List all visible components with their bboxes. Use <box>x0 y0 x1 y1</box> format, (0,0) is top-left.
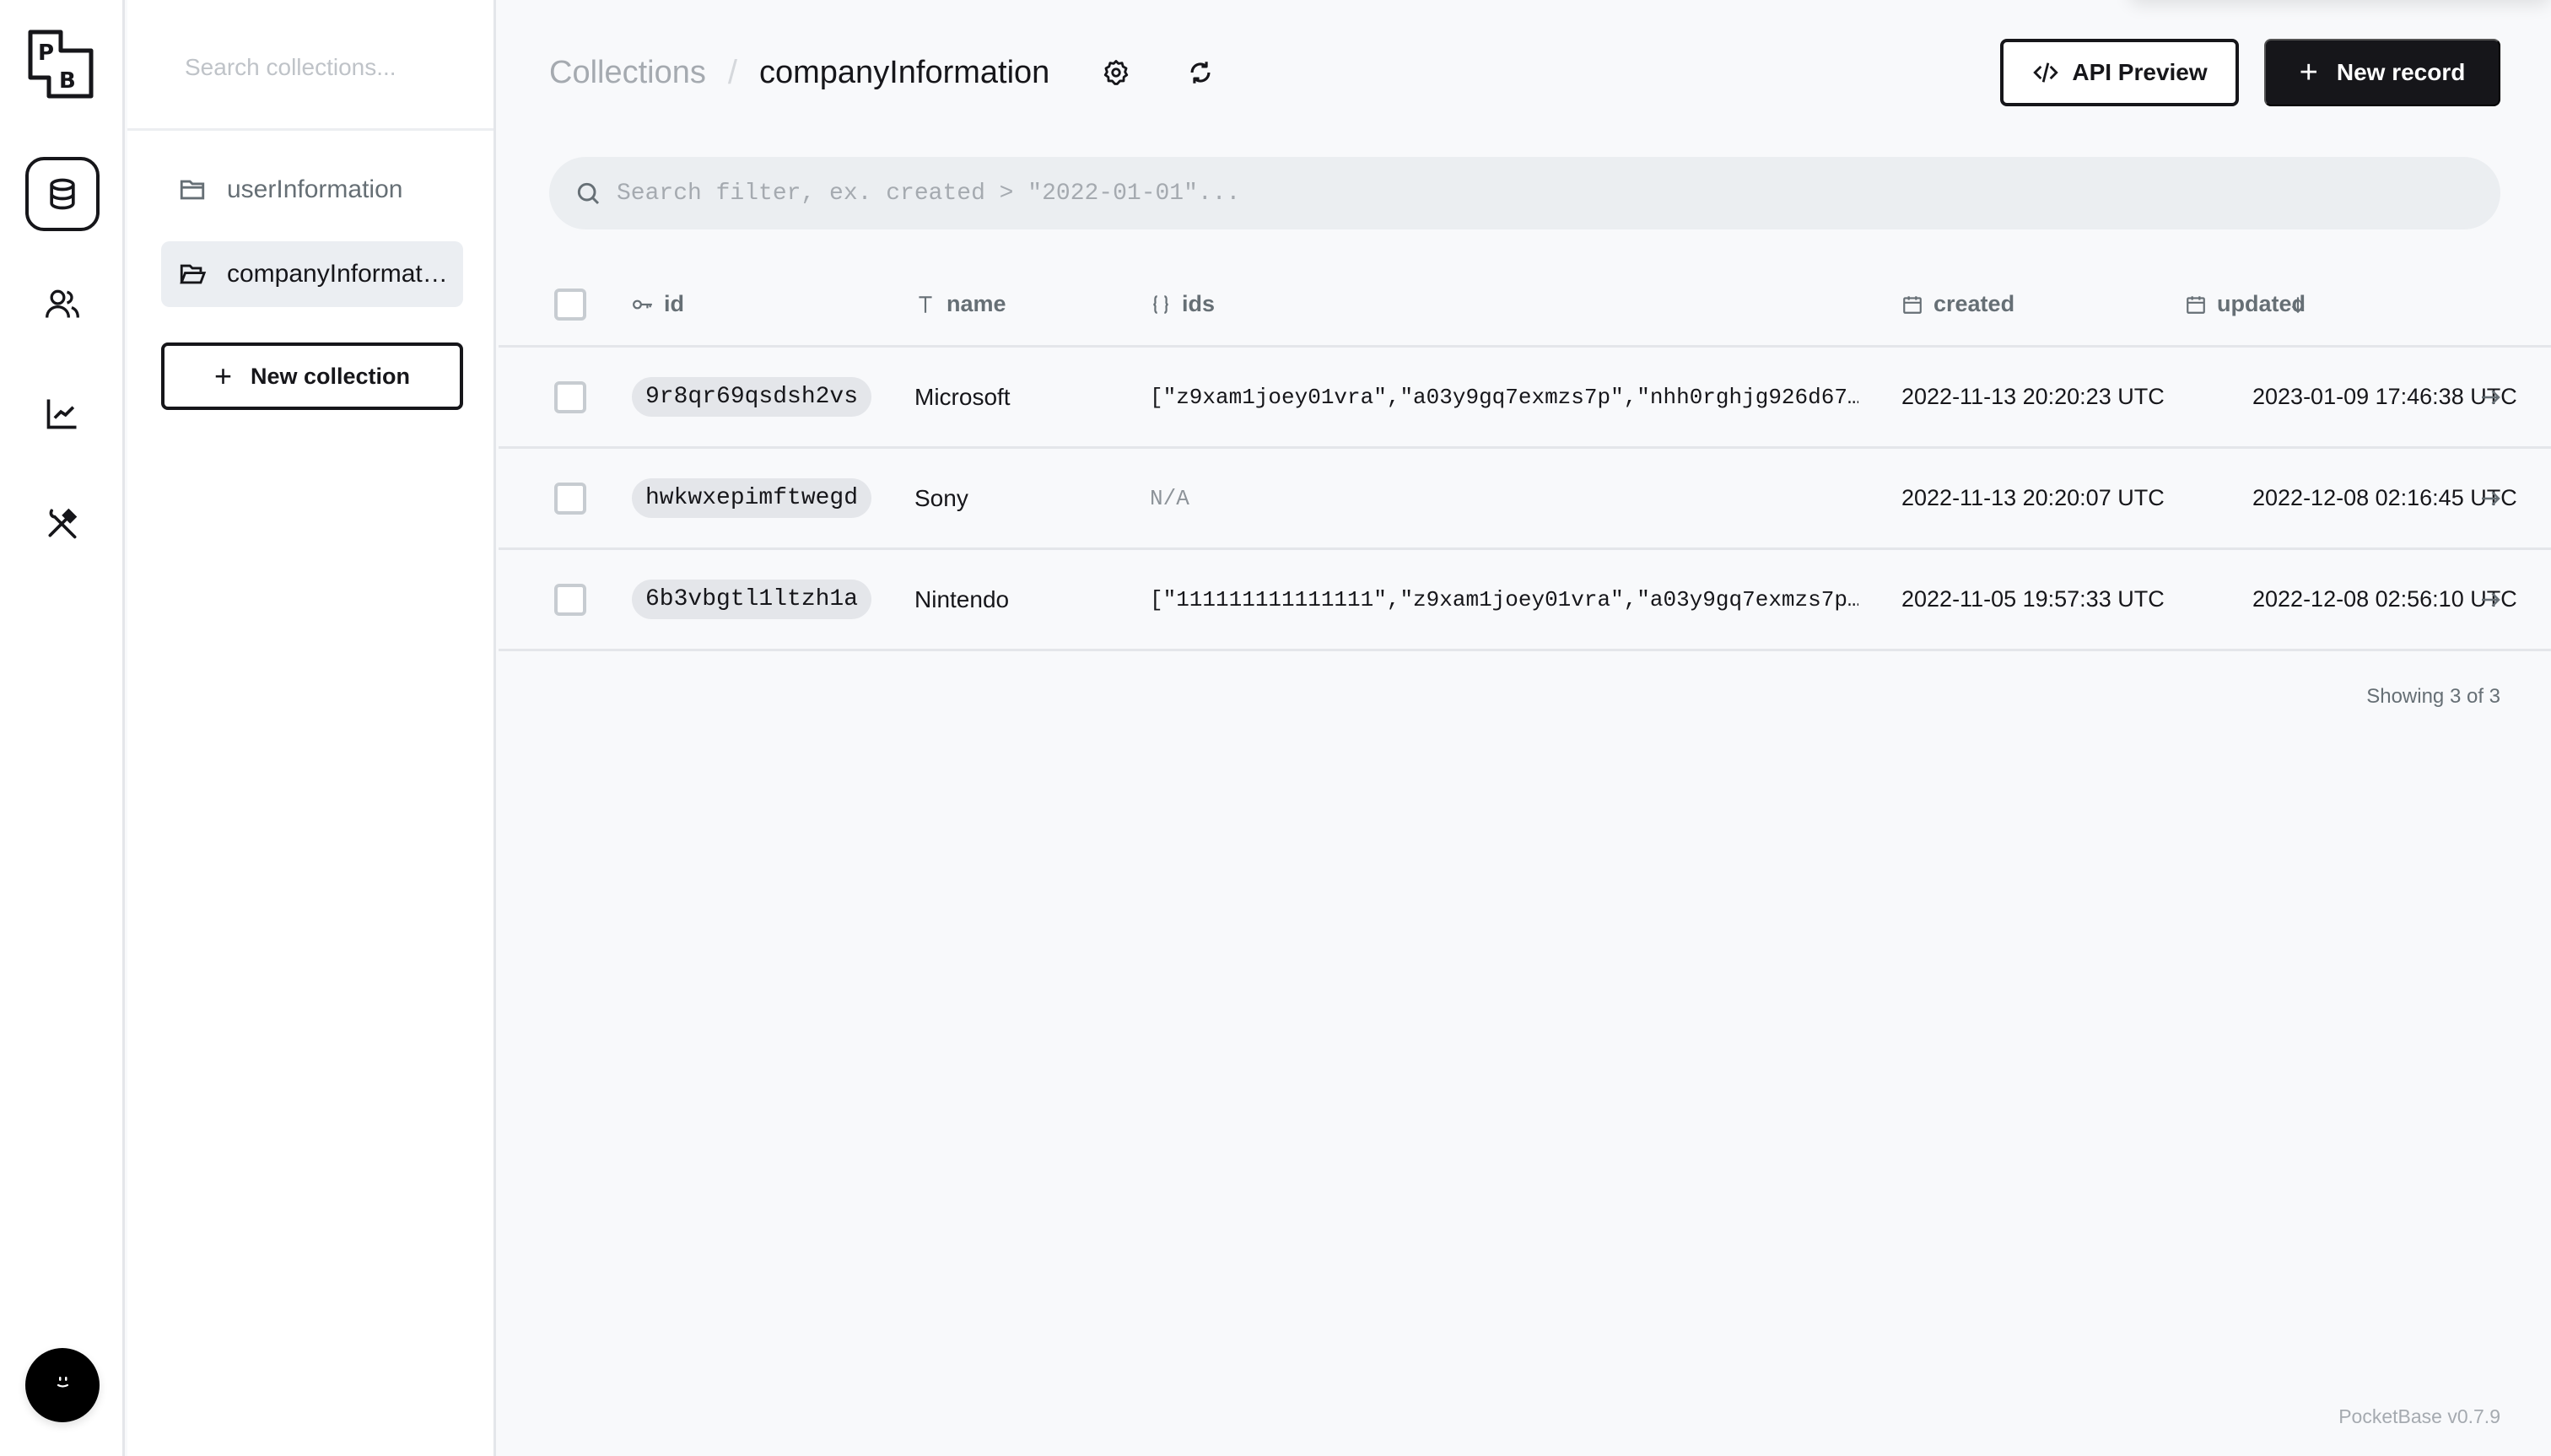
collections-panel: userInformation companyInformation + New… <box>127 0 496 1456</box>
main-navbar: P B <box>0 0 125 1456</box>
svg-text:P: P <box>38 40 54 66</box>
collection-item-userinformation[interactable]: userInformation <box>161 157 463 223</box>
select-all-cell <box>554 263 586 345</box>
column-label: id <box>664 291 684 316</box>
ids-cell: ["111111111111111","z9xam1joey01vra","a0… <box>1150 586 1858 612</box>
record-id-badge[interactable]: 6b3vbgtl1ltzh1a <box>632 580 872 619</box>
row-select-cell <box>554 550 586 649</box>
column-label: ids <box>1182 291 1216 316</box>
nav-logs-button[interactable] <box>25 376 100 450</box>
user-avatar[interactable] <box>25 1348 100 1422</box>
records-table: id name ids created updated 9r8qr69qsdsh… <box>499 263 2551 651</box>
pocketbase-logo-icon: P B <box>28 30 94 99</box>
open-record-button[interactable] <box>2478 449 2503 547</box>
name-cell: Sony <box>914 484 968 511</box>
id-cell: hwkwxepimftwegd <box>632 449 872 547</box>
nav-collections-button[interactable] <box>25 157 100 231</box>
version-label[interactable]: PocketBase v0.7.9 <box>2338 1405 2500 1428</box>
new-collection-label: New collection <box>250 363 411 389</box>
new-collection-button[interactable]: + New collection <box>161 342 463 410</box>
column-label: created <box>1933 291 2015 316</box>
row-checkbox[interactable] <box>554 482 586 515</box>
collections-search-input[interactable] <box>185 47 463 88</box>
table-row[interactable]: hwkwxepimftwegd Sony N/A 2022-11-13 20:2… <box>499 449 2551 550</box>
gear-icon <box>1103 60 1129 85</box>
nav-settings-button[interactable] <box>25 486 100 560</box>
main-content: Collections / companyInformation API Pre… <box>499 0 2551 1456</box>
svg-text:B: B <box>59 68 76 94</box>
column-header-created[interactable]: created <box>1901 263 2014 345</box>
search-icon <box>577 182 600 205</box>
row-select-cell <box>554 449 586 547</box>
row-checkbox[interactable] <box>554 380 586 413</box>
table-row[interactable]: 6b3vbgtl1ltzh1a Nintendo ["1111111111111… <box>499 550 2551 651</box>
column-header-ids[interactable]: ids <box>1150 263 1215 345</box>
table-header: id name ids created updated <box>499 263 2551 348</box>
pocketbase-logo[interactable]: P B <box>27 29 96 100</box>
record-id-badge[interactable]: 9r8qr69qsdsh2vs <box>632 377 872 417</box>
arrow-right-icon <box>2482 592 2500 607</box>
collection-item-label: companyInformation <box>227 260 451 288</box>
collection-item-label: userInformation <box>227 175 403 203</box>
id-cell: 6b3vbgtl1ltzh1a <box>632 550 872 649</box>
open-record-button[interactable] <box>2478 550 2503 649</box>
arrow-right-icon <box>2482 390 2500 404</box>
created-cell: 2022-11-13 20:20:07 UTC <box>1901 485 2165 510</box>
refresh-icon <box>1190 62 1211 84</box>
select-all-checkbox[interactable] <box>554 288 586 321</box>
id-cell: 9r8qr69qsdsh2vs <box>632 348 872 446</box>
refresh-button[interactable] <box>1180 52 1221 93</box>
folder-open-icon <box>180 264 207 284</box>
row-checkbox[interactable] <box>554 583 586 616</box>
name-cell: Microsoft <box>914 383 1011 410</box>
collections-search-area <box>127 0 493 131</box>
arrow-right-icon <box>2482 491 2500 505</box>
line-chart-icon <box>46 399 77 429</box>
api-preview-button[interactable]: API Preview <box>2000 39 2239 106</box>
record-id-badge[interactable]: hwkwxepimftwegd <box>632 478 872 518</box>
breadcrumb-collections[interactable]: Collections <box>549 55 706 91</box>
tools-icon <box>48 508 78 539</box>
json-braces-icon <box>1153 294 1168 314</box>
users-icon <box>46 289 79 318</box>
breadcrumb: Collections / companyInformation <box>549 51 1049 94</box>
column-label: name <box>947 291 1006 316</box>
column-header-name[interactable]: name <box>914 263 1006 345</box>
ids-cell: ["z9xam1joey01vra","a03y9gq7exmzs7p","nh… <box>1150 384 1858 410</box>
column-label: updated <box>2217 291 2306 316</box>
records-count: Showing 3 of 3 <box>2366 685 2500 708</box>
filter-bar <box>549 157 2500 229</box>
text-type-icon <box>919 295 932 313</box>
api-preview-label: API Preview <box>2072 59 2208 85</box>
ids-cell: N/A <box>1150 485 1189 511</box>
calendar-icon <box>2187 295 2205 314</box>
created-cell: 2022-11-05 19:57:33 UTC <box>1901 586 2165 612</box>
search-filter-input[interactable] <box>617 168 2500 218</box>
column-header-updated[interactable]: updated <box>2185 263 2306 345</box>
breadcrumb-separator: / <box>727 53 737 91</box>
folder-icon <box>180 180 205 200</box>
smiley-face-icon <box>57 1377 69 1388</box>
column-header-id[interactable]: id <box>632 263 684 345</box>
collection-item-companyinformation[interactable]: companyInformation <box>161 241 463 307</box>
plus-icon: + <box>213 359 232 393</box>
table-row[interactable]: 9r8qr69qsdsh2vs Microsoft ["z9xam1joey01… <box>499 348 2551 449</box>
name-cell: Nintendo <box>914 585 1010 612</box>
new-record-label: New record <box>2336 59 2466 85</box>
created-cell: 2022-11-13 20:20:23 UTC <box>1901 384 2165 409</box>
collection-settings-button[interactable] <box>1096 52 1136 93</box>
code-icon <box>2033 62 2059 83</box>
page-title: companyInformation <box>759 54 1050 90</box>
key-icon <box>633 299 652 309</box>
database-icon <box>50 178 75 210</box>
new-record-button[interactable]: + New record <box>2264 39 2500 106</box>
nav-users-button[interactable] <box>25 267 100 341</box>
plus-icon: + <box>2299 55 2318 90</box>
row-select-cell <box>554 348 586 446</box>
open-record-button[interactable] <box>2478 348 2503 446</box>
calendar-icon <box>1903 295 1922 314</box>
